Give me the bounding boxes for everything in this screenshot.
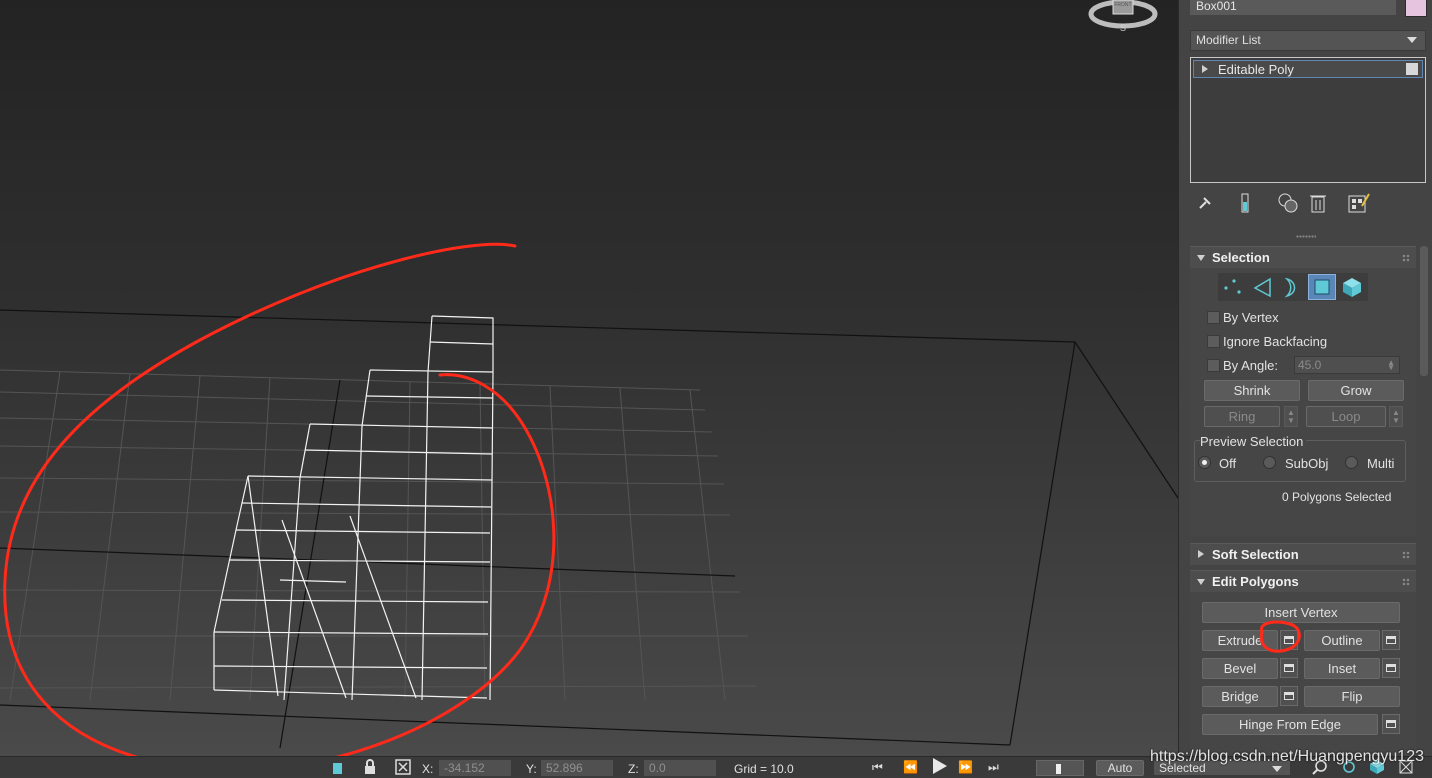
rollout-soft-selection-header[interactable]: Soft Selection [1190, 543, 1416, 565]
selection-lock-indicator-icon[interactable] [333, 763, 342, 774]
perspective-viewport[interactable]: S FRONT [0, 0, 1178, 756]
bridge-settings-button[interactable] [1280, 686, 1298, 706]
lock-icon[interactable] [362, 759, 378, 775]
selection-status-text: 0 Polygons Selected [1282, 490, 1392, 504]
by-vertex-checkbox[interactable] [1207, 311, 1220, 324]
y-coordinate-label: Y: [526, 762, 537, 776]
command-panel-scrollbar[interactable] [1420, 246, 1428, 376]
loop-spinner-icon[interactable]: ▲ ▼ [1389, 406, 1403, 427]
go-to-start-icon[interactable]: ⏮ [872, 760, 883, 775]
grid-size-text: Grid = 10.0 [734, 762, 794, 776]
flip-button[interactable]: Flip [1304, 686, 1400, 707]
previous-frame-icon[interactable]: ⏪ [903, 760, 918, 774]
by-angle-value: 45.0 [1298, 358, 1322, 372]
preview-subobj-label: SubObj [1285, 456, 1329, 471]
viewport-scene [0, 242, 1178, 756]
rollout-soft-selection-title: Soft Selection [1212, 547, 1299, 562]
modifier-list-label: Modifier List [1196, 33, 1261, 47]
expand-triangle-icon[interactable] [1202, 65, 1208, 73]
x-coordinate-label: X: [422, 762, 434, 776]
inset-settings-button[interactable] [1382, 658, 1400, 678]
subobject-toolbar [1218, 273, 1368, 301]
modifier-list-dropdown[interactable]: Modifier List [1190, 30, 1426, 51]
play-icon[interactable] [933, 758, 947, 774]
object-name-field[interactable]: Box001 [1190, 0, 1396, 15]
polygon-level-icon[interactable] [1308, 274, 1336, 300]
rollout-drag-handle-icon[interactable] [1402, 254, 1410, 262]
make-unique-icon[interactable] [1276, 192, 1300, 214]
expand-triangle-icon [1198, 550, 1204, 558]
collapse-triangle-icon [1197, 579, 1205, 585]
by-angle-spinner[interactable]: 45.0 ▲ ▼ [1294, 356, 1400, 374]
red-annotation [3, 242, 556, 756]
remove-modifier-icon[interactable] [1309, 192, 1327, 214]
preview-off-radio[interactable] [1198, 456, 1211, 469]
bridge-button[interactable]: Bridge [1202, 686, 1278, 707]
z-coordinate-label: Z: [628, 762, 639, 776]
auto-key-button[interactable]: Auto [1096, 760, 1144, 776]
element-level-icon[interactable] [1339, 275, 1365, 299]
home-grid [0, 369, 757, 701]
extrude-settings-annotation [1259, 620, 1301, 653]
absolute-mode-transform-icon[interactable] [395, 759, 411, 775]
rollout-edit-polygons-title: Edit Polygons [1212, 574, 1299, 589]
show-end-result-icon[interactable] [1238, 192, 1252, 214]
grow-button[interactable]: Grow [1308, 380, 1404, 401]
collapse-triangle-icon [1197, 255, 1205, 261]
y-coordinate-field[interactable]: 52.896 [541, 760, 613, 776]
bevel-button[interactable]: Bevel [1202, 658, 1278, 679]
chevron-down-icon [1272, 766, 1282, 772]
next-frame-icon[interactable]: ⏩ [958, 760, 973, 774]
edge-level-icon[interactable] [1250, 275, 1276, 299]
panel-splitter[interactable] [1296, 235, 1316, 238]
z-coordinate-field[interactable]: 0.0 [644, 760, 716, 776]
inset-button[interactable]: Inset [1304, 658, 1380, 679]
outline-button[interactable]: Outline [1304, 630, 1380, 651]
rollout-edit-polygons-header[interactable]: Edit Polygons [1190, 570, 1416, 592]
ring-button[interactable]: Ring [1204, 406, 1280, 427]
object-color-swatch[interactable] [1405, 0, 1427, 17]
pin-stack-icon[interactable] [1196, 194, 1214, 212]
viewcube-face-label: FRONT [1114, 2, 1131, 8]
viewcube-icon[interactable]: S FRONT [1086, 0, 1160, 34]
set-key-button[interactable] [1036, 760, 1084, 776]
ignore-backfacing-label: Ignore Backfacing [1223, 334, 1328, 349]
preview-multi-label: Multi [1367, 456, 1395, 471]
by-vertex-label: By Vertex [1223, 310, 1279, 325]
viewcube-south-label: S [1120, 23, 1126, 33]
preview-off-label: Off [1219, 456, 1237, 471]
chevron-down-icon [1407, 37, 1417, 43]
hinge-settings-button[interactable] [1382, 714, 1400, 734]
by-angle-checkbox[interactable] [1207, 359, 1220, 372]
modifier-stack: Editable Poly [1190, 57, 1426, 183]
stack-item-label: Editable Poly [1218, 62, 1294, 77]
preview-multi-radio[interactable] [1345, 456, 1358, 469]
shrink-button[interactable]: Shrink [1204, 380, 1300, 401]
hinge-from-edge-button[interactable]: Hinge From Edge [1202, 714, 1378, 735]
rollout-selection-title: Selection [1212, 250, 1270, 265]
vertex-level-icon[interactable] [1220, 275, 1246, 299]
rollout-drag-handle-icon[interactable] [1402, 578, 1410, 586]
rollout-drag-handle-icon[interactable] [1402, 551, 1410, 559]
ring-spinner-icon[interactable]: ▲ ▼ [1284, 406, 1298, 427]
ignore-backfacing-checkbox[interactable] [1207, 335, 1220, 348]
rollout-selection-header[interactable]: Selection [1190, 246, 1416, 268]
preview-subobj-radio[interactable] [1263, 456, 1276, 469]
spinner-arrows-icon[interactable]: ▲ ▼ [1387, 359, 1395, 372]
outline-settings-button[interactable] [1382, 630, 1400, 650]
go-to-end-icon[interactable]: ⏭ [988, 760, 999, 775]
configure-modifier-sets-icon[interactable] [1347, 192, 1371, 214]
watermark-text: https://blog.csdn.net/Huangpengyu123 [1150, 748, 1424, 765]
modifier-toggle-icon[interactable] [1406, 63, 1418, 75]
x-coordinate-field[interactable]: -34.152 [439, 760, 511, 776]
bevel-settings-button[interactable] [1280, 658, 1298, 678]
preview-selection-label: Preview Selection [1200, 434, 1307, 449]
plane-edges [0, 309, 1178, 749]
border-level-icon[interactable] [1278, 275, 1304, 299]
stack-item-editable-poly[interactable]: Editable Poly [1193, 60, 1423, 78]
by-angle-label: By Angle: [1223, 358, 1278, 373]
loop-button[interactable]: Loop [1306, 406, 1386, 427]
